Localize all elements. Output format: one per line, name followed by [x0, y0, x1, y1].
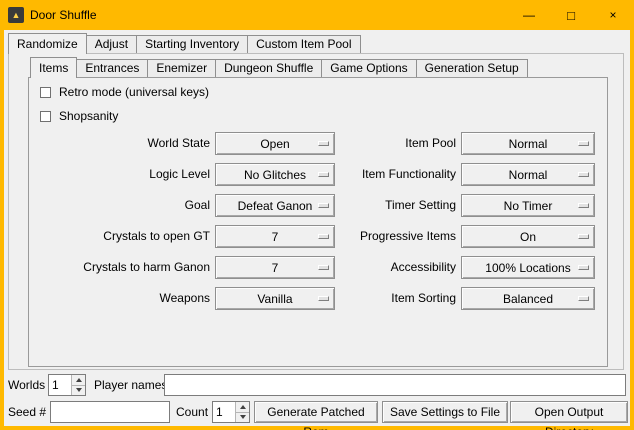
retro-mode-checkbox[interactable]: Retro mode (universal keys)	[40, 84, 209, 100]
count-spinbox	[212, 401, 250, 423]
player-names-label: Player names	[94, 374, 167, 396]
dropdown-indicator-icon	[578, 234, 589, 239]
weapons-dropdown[interactable]: Vanilla	[215, 287, 335, 310]
tab-randomize[interactable]: Randomize	[8, 33, 87, 54]
crystals-open-gt-dropdown[interactable]: 7	[215, 225, 335, 248]
item-sorting-label: Item Sorting	[326, 287, 456, 310]
save-settings-button[interactable]: Save Settings to File	[382, 401, 508, 423]
worlds-spinbox	[48, 374, 86, 396]
tab-adjust[interactable]: Adjust	[86, 35, 137, 53]
dropdown-indicator-icon	[578, 141, 589, 146]
crystals-harm-ganon-dropdown[interactable]: 7	[215, 256, 335, 279]
spinner-down-icon[interactable]	[236, 413, 249, 423]
progressive-items-dropdown[interactable]: On	[461, 225, 595, 248]
tab-dungeon-shuffle[interactable]: Dungeon Shuffle	[215, 59, 322, 77]
crystals-harm-ganon-label: Crystals to harm Ganon	[30, 256, 210, 279]
dropdown-indicator-icon	[578, 265, 589, 270]
accessibility-dropdown[interactable]: 100% Locations	[461, 256, 595, 279]
outer-tab-bar: Randomize Adjust Starting Inventory Cust…	[8, 32, 361, 53]
item-pool-label: Item Pool	[326, 132, 456, 155]
dropdown-indicator-icon	[578, 296, 589, 301]
count-label: Count	[176, 401, 208, 423]
spinner-up-icon[interactable]	[72, 375, 85, 386]
crystals-open-gt-label: Crystals to open GT	[30, 225, 210, 248]
retro-mode-label: Retro mode (universal keys)	[59, 85, 209, 99]
timer-setting-label: Timer Setting	[326, 194, 456, 217]
logic-level-label: Logic Level	[30, 163, 210, 186]
worlds-input[interactable]	[49, 375, 71, 395]
generate-patched-rom-button[interactable]: Generate Patched Rom	[254, 401, 378, 423]
tab-enemizer[interactable]: Enemizer	[147, 59, 216, 77]
minimize-button[interactable]: —	[508, 0, 550, 30]
worlds-label: Worlds	[8, 374, 45, 396]
item-pool-dropdown[interactable]: Normal	[461, 132, 595, 155]
spinner-up-icon[interactable]	[236, 402, 249, 413]
seed-input[interactable]	[50, 401, 170, 423]
spinner-down-icon[interactable]	[72, 386, 85, 396]
tab-custom-item-pool[interactable]: Custom Item Pool	[247, 35, 360, 53]
tab-items[interactable]: Items	[30, 57, 77, 78]
shopsanity-label: Shopsanity	[59, 109, 118, 123]
window-title: Door Shuffle	[30, 8, 97, 22]
shopsanity-checkbox[interactable]: Shopsanity	[40, 108, 118, 124]
inner-tab-bar: Items Entrances Enemizer Dungeon Shuffle…	[30, 57, 528, 77]
checkbox-icon	[40, 111, 51, 122]
player-names-input[interactable]	[164, 374, 626, 396]
world-state-label: World State	[30, 132, 210, 155]
world-state-dropdown[interactable]: Open	[215, 132, 335, 155]
tab-starting-inventory[interactable]: Starting Inventory	[136, 35, 248, 53]
accessibility-label: Accessibility	[326, 256, 456, 279]
open-output-directory-button[interactable]: Open Output Directory	[510, 401, 628, 423]
progressive-items-label: Progressive Items	[326, 225, 456, 248]
window-content: Randomize Adjust Starting Inventory Cust…	[4, 30, 630, 426]
tab-game-options[interactable]: Game Options	[321, 59, 416, 77]
item-functionality-dropdown[interactable]: Normal	[461, 163, 595, 186]
goal-dropdown[interactable]: Defeat Ganon	[215, 194, 335, 217]
logic-level-dropdown[interactable]: No Glitches	[215, 163, 335, 186]
checkbox-icon	[40, 87, 51, 98]
tab-entrances[interactable]: Entrances	[76, 59, 148, 77]
dropdown-indicator-icon	[578, 172, 589, 177]
close-button[interactable]: ×	[592, 0, 634, 30]
item-functionality-label: Item Functionality	[326, 163, 456, 186]
weapons-label: Weapons	[30, 287, 210, 310]
goal-label: Goal	[30, 194, 210, 217]
seed-label: Seed #	[8, 401, 46, 423]
tab-generation-setup[interactable]: Generation Setup	[416, 59, 528, 77]
app-window: ▲ Door Shuffle — □ × Randomize Adjust St…	[0, 0, 634, 430]
triforce-icon: ▲	[12, 11, 21, 20]
dropdown-indicator-icon	[578, 203, 589, 208]
spinner-arrows	[71, 375, 85, 395]
titlebar: ▲ Door Shuffle — □ ×	[0, 0, 634, 30]
spinner-arrows	[235, 402, 249, 422]
app-icon: ▲	[8, 7, 24, 23]
item-sorting-dropdown[interactable]: Balanced	[461, 287, 595, 310]
maximize-button[interactable]: □	[550, 0, 592, 30]
window-controls: — □ ×	[508, 0, 634, 30]
timer-setting-dropdown[interactable]: No Timer	[461, 194, 595, 217]
count-input[interactable]	[213, 402, 235, 422]
